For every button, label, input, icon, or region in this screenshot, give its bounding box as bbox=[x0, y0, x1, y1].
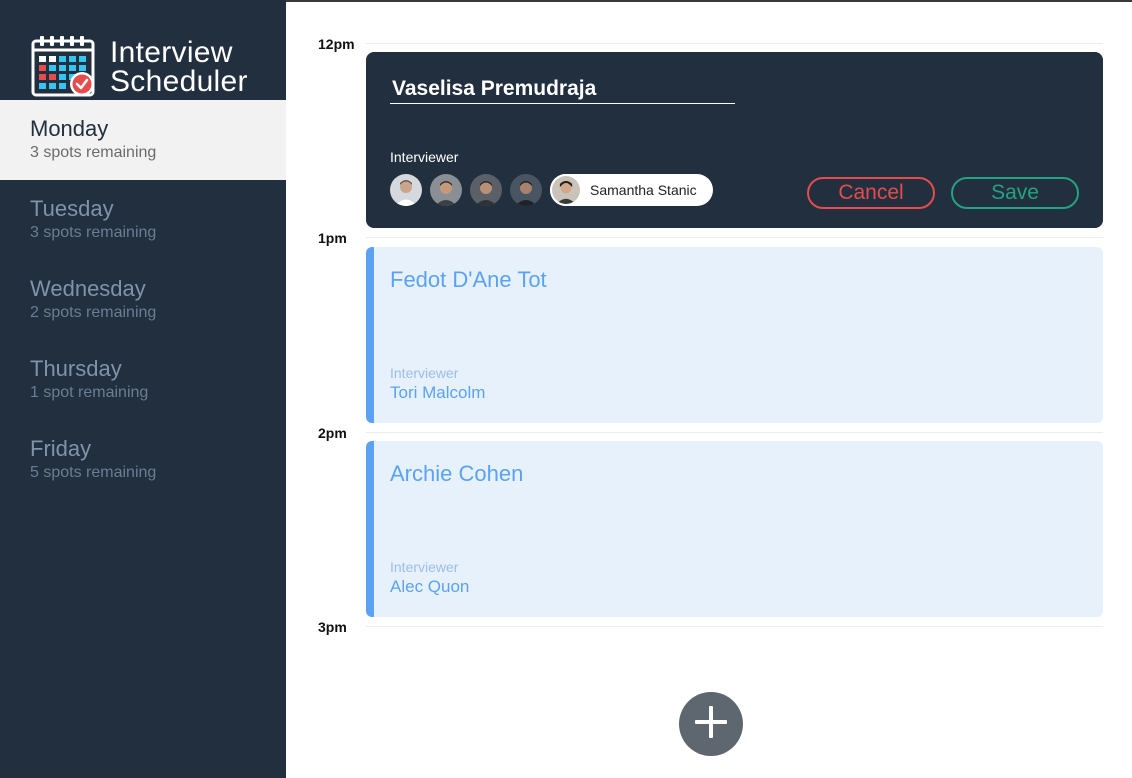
time-separator bbox=[366, 626, 1103, 627]
day-spots-remaining: 5 spots remaining bbox=[30, 464, 157, 481]
sidebar: Interview Scheduler Monday 3 spots remai… bbox=[0, 0, 286, 778]
selected-interviewer-name: Samantha Stanic bbox=[590, 182, 697, 198]
calendar-check-icon bbox=[30, 36, 96, 98]
interviewer-avatar bbox=[550, 174, 582, 206]
appointment-form: Interviewer Samantha Stanic Cancel Save bbox=[366, 52, 1103, 228]
day-item-tuesday[interactable]: Tuesday 3 spots remaining bbox=[0, 180, 286, 260]
day-name: Monday bbox=[30, 116, 109, 141]
app-title-line1: Interview bbox=[110, 36, 233, 69]
time-separator bbox=[366, 432, 1103, 433]
add-appointment-button[interactable] bbox=[679, 692, 743, 756]
interviewer-avatar[interactable] bbox=[470, 174, 502, 206]
time-label-1pm: 1pm bbox=[318, 230, 347, 246]
student-name: Archie Cohen bbox=[390, 461, 524, 486]
interviewer-name: Alec Quon bbox=[390, 577, 470, 596]
day-spots-remaining: 1 spot remaining bbox=[30, 384, 149, 401]
time-label-3pm: 3pm bbox=[318, 619, 347, 635]
day-spots-remaining: 3 spots remaining bbox=[30, 144, 157, 161]
appointment-card[interactable]: Archie Cohen Interviewer Alec Quon bbox=[366, 441, 1103, 617]
day-item-wednesday[interactable]: Wednesday 2 spots remaining bbox=[0, 260, 286, 340]
day-name: Thursday bbox=[30, 356, 122, 381]
interviewer-avatar[interactable] bbox=[510, 174, 542, 206]
app-title-line2: Scheduler bbox=[110, 65, 248, 98]
time-separator bbox=[366, 43, 1103, 44]
interviewer-label: Interviewer bbox=[390, 365, 459, 381]
selected-interviewer-chip[interactable]: Samantha Stanic bbox=[550, 174, 713, 206]
day-item-thursday[interactable]: Thursday 1 spot remaining bbox=[0, 340, 286, 420]
interviewer-name: Tori Malcolm bbox=[390, 383, 486, 402]
interviewer-label: Interviewer bbox=[390, 559, 459, 575]
day-spots-remaining: 2 spots remaining bbox=[30, 304, 157, 321]
day-name: Tuesday bbox=[30, 196, 114, 221]
day-item-monday[interactable]: Monday 3 spots remaining bbox=[0, 100, 286, 180]
cancel-button[interactable]: Cancel bbox=[807, 177, 935, 209]
time-separator bbox=[366, 237, 1103, 238]
day-item-friday[interactable]: Friday 5 spots remaining bbox=[0, 420, 286, 500]
interviewer-avatar[interactable] bbox=[390, 174, 422, 206]
app-title: Interview Scheduler bbox=[110, 36, 248, 98]
appointment-card[interactable]: Fedot D'Ane Tot Interviewer Tori Malcolm bbox=[366, 247, 1103, 423]
day-name: Wednesday bbox=[30, 276, 146, 301]
interviewer-label: Interviewer bbox=[390, 149, 459, 165]
time-label-2pm: 2pm bbox=[318, 425, 347, 441]
day-list: Monday 3 spots remaining Tuesday 3 spots… bbox=[0, 100, 286, 500]
student-name-input[interactable] bbox=[390, 74, 735, 104]
app-logo: Interview Scheduler bbox=[30, 36, 248, 100]
day-name: Friday bbox=[30, 436, 92, 461]
schedule: 12pm 1pm 2pm 3pm Interviewer bbox=[286, 0, 1132, 778]
time-label-12pm: 12pm bbox=[318, 36, 355, 52]
day-spots-remaining: 3 spots remaining bbox=[30, 224, 157, 241]
plus-icon bbox=[694, 705, 728, 744]
save-button[interactable]: Save bbox=[951, 177, 1079, 209]
student-name: Fedot D'Ane Tot bbox=[390, 267, 547, 292]
interviewer-avatar[interactable] bbox=[430, 174, 462, 206]
interviewer-list: Samantha Stanic bbox=[390, 174, 713, 206]
